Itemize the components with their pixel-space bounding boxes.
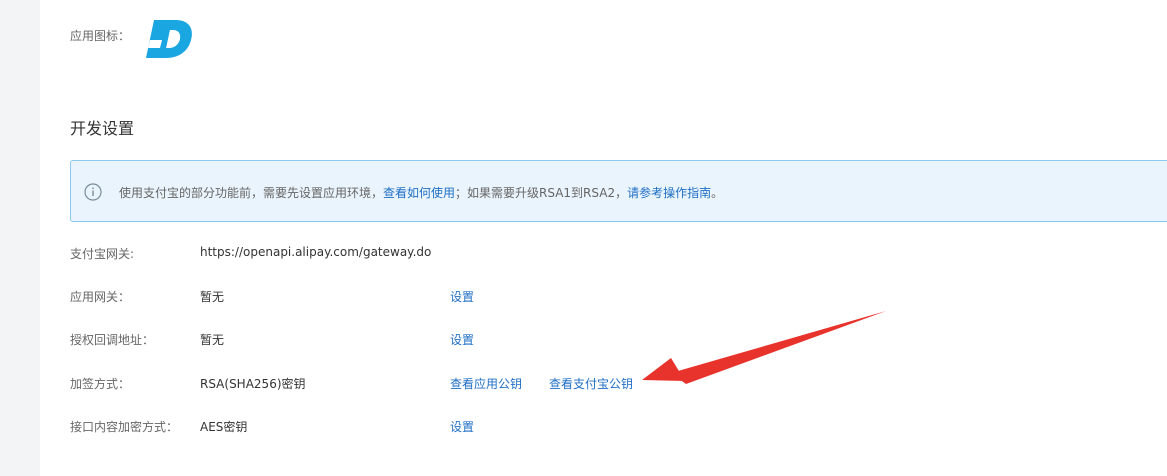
content-encrypt-label: 接口内容加密方式： [70,420,179,434]
view-app-public-key-link[interactable]: 查看应用公钥 [450,375,522,392]
notice-text-before: 使用支付宝的部分功能前，需要先设置应用环境， [119,186,384,200]
sign-method-label: 加签方式： [70,377,131,391]
app-gateway-label: 应用网关： [70,290,131,304]
info-icon [84,183,102,201]
app-gateway-value: 暂无 [200,290,225,304]
app-icon-label: 应用图标： [70,29,131,43]
content-panel: 应用图标： 开发设置 使用支付宝的部分功能前，需要先设置应用环境，查看如何使用；… [40,0,1167,476]
gateway-label: 支付宝网关: [70,247,135,261]
how-to-use-link[interactable]: 查看如何使用 [383,186,455,200]
view-alipay-public-key-link[interactable]: 查看支付宝公钥 [549,375,633,392]
notice-text-end: 。 [711,186,724,200]
notice-text: 使用支付宝的部分功能前，需要先设置应用环境，查看如何使用；如果需要升级RSA1到… [119,184,723,201]
section-title-dev-settings: 开发设置 [70,119,135,138]
app-gateway-set-link[interactable]: 设置 [450,288,474,305]
operation-guide-link[interactable]: 请参考操作指南 [627,186,711,200]
auth-callback-set-link[interactable]: 设置 [450,331,474,348]
auth-callback-value: 暂无 [200,333,225,347]
red-arrow-annotation [642,311,886,384]
notice-text-middle: ；如果需要升级RSA1到RSA2， [455,186,628,200]
page: 应用图标： 开发设置 使用支付宝的部分功能前，需要先设置应用环境，查看如何使用；… [0,0,1167,476]
app-logo-icon [142,16,194,62]
content-encrypt-value: AES密钥 [200,420,248,434]
info-notice: 使用支付宝的部分功能前，需要先设置应用环境，查看如何使用；如果需要升级RSA1到… [70,160,1167,222]
gateway-value: https://openapi.alipay.com/gateway.do [200,245,432,259]
content-encrypt-set-link[interactable]: 设置 [450,418,474,435]
left-gutter [0,0,40,476]
sign-method-value: RSA(SHA256)密钥 [200,377,306,391]
auth-callback-label: 授权回调地址： [70,333,155,347]
